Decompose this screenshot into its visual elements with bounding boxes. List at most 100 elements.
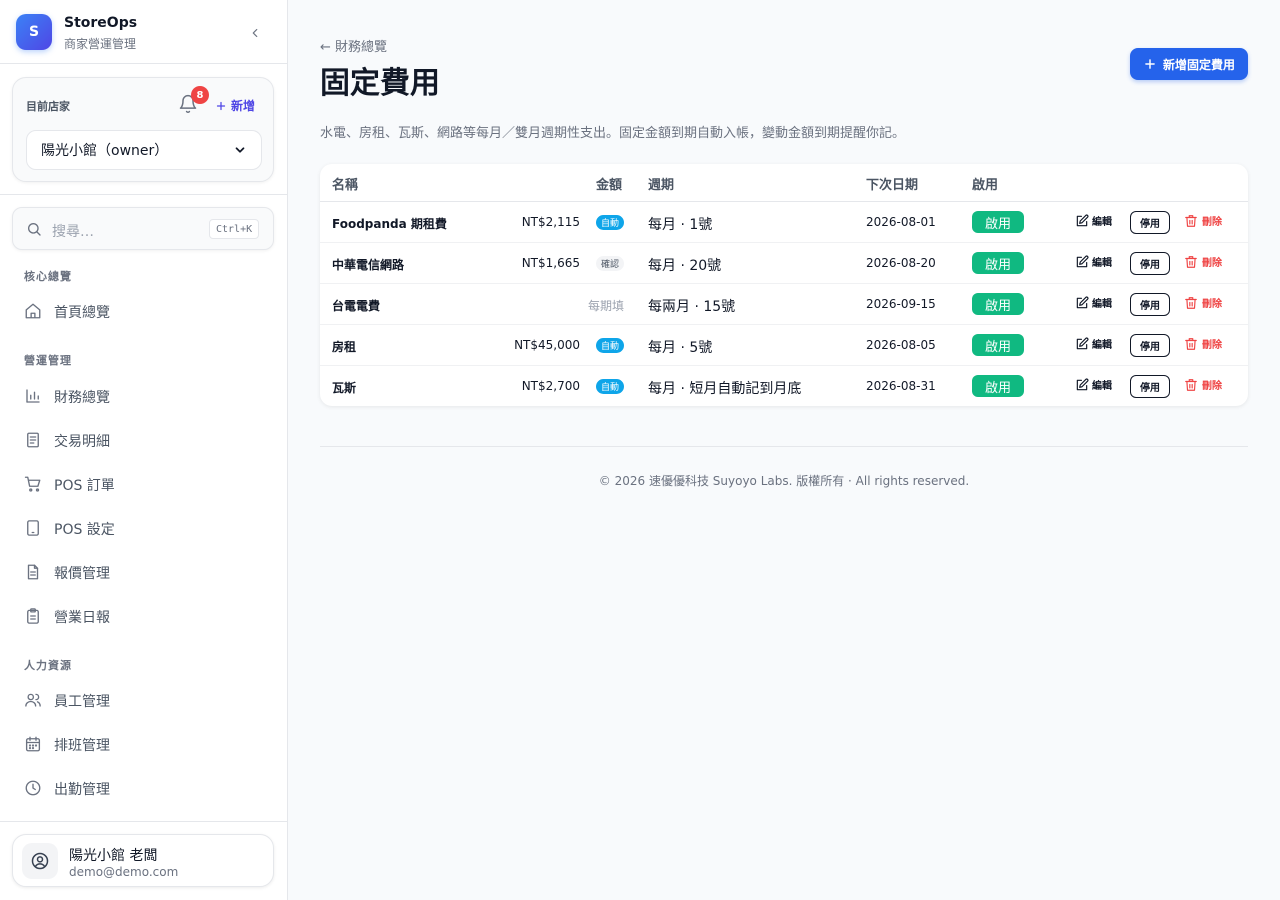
expense-name: 台電電費 [332, 299, 381, 313]
expense-name: 房租 [332, 340, 357, 354]
app-name: StoreOps [64, 15, 138, 31]
entry-mode-badge: 確認 [595, 256, 624, 271]
page-description: 水電、房租、瓦斯、網路等每月／雙月週期性支出。固定金額到期自動入帳，變動金額到期… [320, 126, 906, 141]
expense-cycle: 每月 · 短月自動記到月底 [648, 381, 802, 397]
users-icon [25, 693, 41, 707]
expense-amount: NT$45,000 [514, 338, 580, 352]
expense-cycle: 每兩月 · 15號 [648, 299, 736, 315]
chevron-left-icon [252, 28, 258, 38]
collapse-sidebar-button[interactable] [244, 22, 266, 44]
edit-icon [1076, 214, 1089, 226]
search-icon [28, 223, 41, 236]
expense-name: 瓦斯 [332, 381, 357, 395]
sidebar-item-label: 財務總覽 [54, 390, 110, 406]
plus-icon [216, 101, 226, 110]
sidebar-item-pos-settings[interactable]: POS 設定 [12, 508, 274, 548]
expense-amount: 每期填 [587, 299, 624, 313]
expense-cycle: 每月 · 5號 [648, 340, 713, 356]
table-row: 瓦斯 NT$2,700 自動 每月 · 短月自動記到月底 2026-08-31 啟用 編輯 停… [320, 366, 1248, 406]
delete-button[interactable]: 刪除 [1184, 213, 1222, 228]
footer-divider [320, 446, 1248, 447]
expense-amount: NT$2,700 [521, 379, 580, 393]
page-title: 固定費用 [320, 66, 440, 101]
sidebar-item-label: 交易明細 [54, 434, 110, 450]
sidebar: S StoreOps 商家營運管理 目前店家 8 新增 陽光小館（owner） … [0, 0, 288, 900]
edit-button[interactable]: 編輯 [1075, 295, 1112, 310]
edit-label: 編輯 [1092, 299, 1112, 310]
tablet-icon [27, 520, 39, 536]
delete-label: 刪除 [1202, 299, 1222, 310]
search-input[interactable]: 搜尋… Ctrl+K [12, 207, 274, 250]
user-name: 陽光小館 老闆 [69, 848, 158, 864]
file-text-icon [27, 564, 39, 580]
column-header-name: 名稱 [332, 178, 359, 193]
enabled-status-badge: 啟用 [972, 375, 1024, 397]
store-select-value: 陽光小館（owner） [41, 143, 169, 159]
table-row: 房租 NT$45,000 自動 每月 · 5號 2026-08-05 啟用 編輯 停用 刪除 [320, 325, 1248, 366]
disable-button[interactable]: 停用 [1130, 252, 1170, 275]
next-date: 2026-08-05 [866, 338, 936, 352]
delete-button[interactable]: 刪除 [1184, 254, 1222, 269]
edit-button[interactable]: 編輯 [1075, 254, 1112, 269]
add-store-label: 新增 [231, 99, 256, 113]
add-store-button[interactable]: 新增 [215, 97, 255, 114]
sidebar-item-label: 報價管理 [54, 566, 110, 582]
sidebar-item-quotes[interactable]: 報價管理 [12, 552, 274, 592]
disable-button[interactable]: 停用 [1130, 375, 1170, 398]
edit-icon [1076, 378, 1089, 390]
back-to-finance-link[interactable]: ← 財務總覽 [320, 36, 387, 55]
edit-button[interactable]: 編輯 [1075, 213, 1112, 228]
sidebar-item-staff[interactable]: 員工管理 [12, 680, 274, 720]
delete-label: 刪除 [1202, 258, 1222, 269]
calendar-icon [25, 736, 41, 752]
search-placeholder: 搜尋… [52, 224, 94, 240]
expense-cycle: 每月 · 20號 [648, 258, 722, 274]
document-list-icon [27, 432, 39, 448]
sidebar-item-transactions[interactable]: 交易明細 [12, 420, 274, 460]
sidebar-item-home[interactable]: 首頁總覽 [12, 291, 274, 331]
brand-header: S StoreOps 商家營運管理 [0, 0, 287, 64]
enabled-status-badge: 啟用 [972, 293, 1024, 315]
edit-label: 編輯 [1092, 381, 1112, 392]
disable-button[interactable]: 停用 [1130, 293, 1170, 316]
sidebar-item-daily-report[interactable]: 營業日報 [12, 596, 274, 636]
delete-button[interactable]: 刪除 [1184, 377, 1222, 392]
delete-button[interactable]: 刪除 [1184, 336, 1222, 351]
edit-icon [1076, 337, 1089, 349]
sidebar-item-finance[interactable]: 財務總覽 [12, 376, 274, 416]
delete-label: 刪除 [1202, 381, 1222, 392]
edit-button[interactable]: 編輯 [1075, 336, 1112, 351]
add-fixed-expense-label: 新增固定費用 [1162, 57, 1235, 72]
trash-icon [1185, 214, 1197, 227]
edit-button[interactable]: 編輯 [1075, 377, 1112, 392]
trash-icon [1185, 378, 1197, 391]
bar-chart-icon [26, 389, 40, 403]
delete-button[interactable]: 刪除 [1184, 295, 1222, 310]
store-select[interactable]: 陽光小館（owner） [26, 130, 262, 170]
disable-button[interactable]: 停用 [1130, 334, 1170, 357]
delete-label: 刪除 [1202, 340, 1222, 351]
disable-button[interactable]: 停用 [1130, 211, 1170, 234]
add-fixed-expense-button[interactable]: 新增固定費用 [1130, 48, 1248, 80]
fixed-expenses-table: 名稱 金額 週期 下次日期 啟用 Foodpanda 期租費 NT$2,115 自動… [320, 164, 1248, 406]
sidebar-item-schedule[interactable]: 排班管理 [12, 724, 274, 764]
user-circle-icon [31, 852, 49, 870]
sidebar-item-label: 員工管理 [54, 694, 110, 710]
delete-label: 刪除 [1202, 217, 1222, 228]
sidebar-item-label: 排班管理 [54, 738, 110, 754]
user-email: demo@demo.com [69, 865, 179, 879]
sidebar-item-attendance[interactable]: 出勤管理 [12, 768, 274, 808]
table-row: Foodpanda 期租費 NT$2,115 自動 每月 · 1號 2026-08-01… [320, 202, 1248, 243]
chevron-down-icon [235, 147, 245, 153]
expense-amount: NT$2,115 [521, 215, 580, 229]
user-profile-card[interactable]: 陽光小館 老闆 demo@demo.com [12, 834, 274, 887]
expense-amount: NT$1,665 [521, 256, 580, 270]
sidebar-item-pos-orders[interactable]: POS 訂單 [12, 464, 274, 504]
table-row: 中華電信網路 NT$1,665 確認 每月 · 20號 2026-08-20 啟用 編輯 停用… [320, 243, 1248, 284]
nav-section-ops: 營運管理 [24, 354, 72, 367]
column-header-enabled: 啟用 [972, 178, 999, 193]
table-row: 台電電費 每期填 每兩月 · 15號 2026-09-15 啟用 編輯 停用 刪除 [320, 284, 1248, 325]
trash-icon [1185, 296, 1197, 309]
column-header-cycle: 週期 [648, 178, 675, 193]
sidebar-divider [0, 821, 287, 822]
